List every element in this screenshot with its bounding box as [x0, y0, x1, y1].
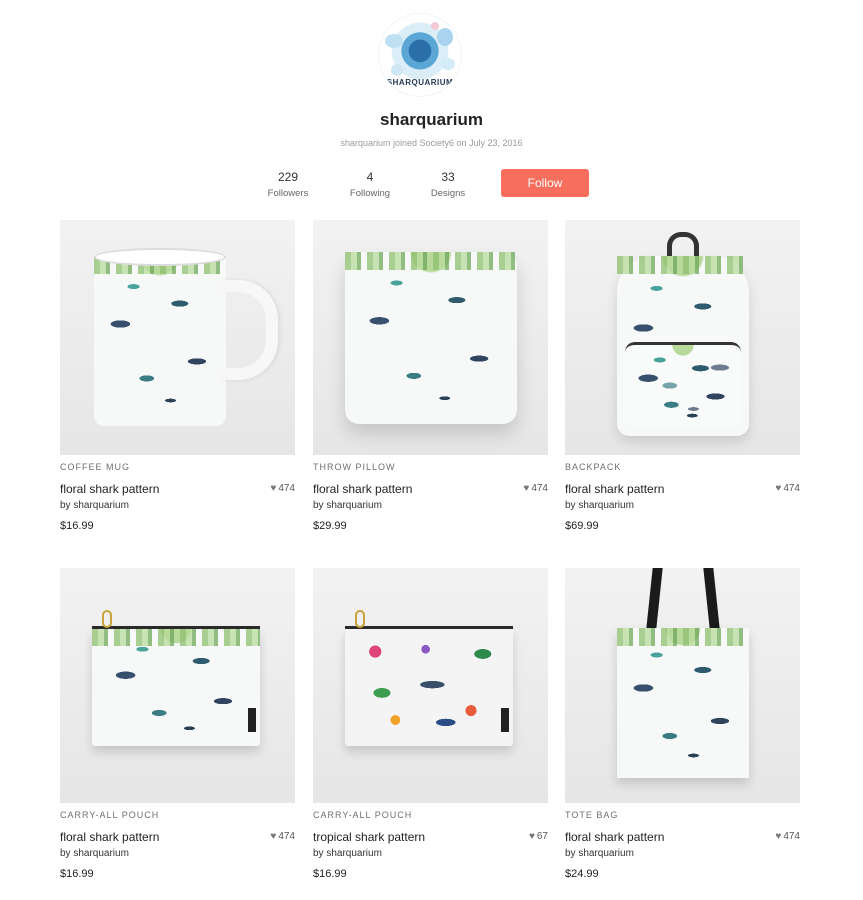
profile-username: sharquarium — [380, 110, 483, 129]
like-button[interactable]: ♥ 474 — [775, 483, 800, 494]
like-button[interactable]: ♥ 474 — [775, 831, 800, 842]
heart-icon: ♥ — [775, 483, 782, 494]
followers-count: 229 — [277, 170, 299, 184]
product-artist-link[interactable]: by sharquarium — [60, 500, 129, 511]
heart-icon: ♥ — [270, 483, 277, 494]
product-image-throw-pillow[interactable] — [313, 220, 548, 455]
product-card[interactable]: CARRY-ALL POUCH tropical shark pattern ♥… — [313, 568, 548, 880]
designs-stat[interactable]: 33 Designs — [413, 170, 483, 199]
joined-date-text: sharquarium joined Society6 on July 23, … — [340, 138, 523, 148]
product-artist-link[interactable]: by sharquarium — [565, 848, 634, 859]
product-price: $16.99 — [60, 868, 94, 880]
product-price: $29.99 — [313, 520, 347, 532]
follow-button[interactable]: Follow — [501, 169, 589, 197]
product-type: TOTE BAG — [565, 810, 619, 820]
product-image-backpack[interactable] — [565, 220, 800, 455]
product-image-carry-all-pouch-tropical[interactable] — [313, 568, 548, 803]
product-name-link[interactable]: tropical shark pattern — [313, 830, 425, 844]
heart-icon: ♥ — [523, 483, 530, 494]
product-artist-link[interactable]: by sharquarium — [313, 500, 382, 511]
following-stat[interactable]: 4 Following — [335, 170, 405, 199]
heart-icon: ♥ — [528, 831, 535, 842]
like-count: 474 — [278, 831, 295, 842]
product-price: $69.99 — [565, 520, 599, 532]
like-count: 474 — [783, 483, 800, 494]
product-artist-link[interactable]: by sharquarium — [313, 848, 382, 859]
followers-stat[interactable]: 229 Followers — [253, 170, 323, 199]
heart-icon: ♥ — [270, 831, 277, 842]
profile-header: SHARQUARIUM sharquarium sharquarium join… — [0, 0, 863, 215]
avatar[interactable]: SHARQUARIUM — [378, 13, 462, 97]
product-card[interactable]: THROW PILLOW floral shark pattern ♥ 474 b… — [313, 220, 548, 532]
like-button[interactable]: ♥ 474 — [270, 483, 295, 494]
followers-label: Followers — [267, 188, 309, 199]
product-type: CARRY-ALL POUCH — [313, 810, 413, 820]
product-type: THROW PILLOW — [313, 462, 396, 472]
product-price: $24.99 — [565, 868, 599, 880]
like-button[interactable]: ♥ 474 — [270, 831, 295, 842]
like-button[interactable]: ♥ 67 — [529, 831, 548, 842]
following-count: 4 — [366, 170, 374, 184]
product-artist-link[interactable]: by sharquarium — [60, 848, 129, 859]
product-artist-link[interactable]: by sharquarium — [565, 500, 634, 511]
heart-icon: ♥ — [775, 831, 782, 842]
designs-count: 33 — [441, 170, 455, 184]
product-name-link[interactable]: floral shark pattern — [565, 482, 664, 496]
product-image-tote-bag[interactable] — [565, 568, 800, 803]
product-card[interactable]: BACKPACK floral shark pattern ♥ 474 by sh… — [565, 220, 800, 532]
product-price: $16.99 — [60, 520, 94, 532]
product-type: COFFEE MUG — [60, 462, 130, 472]
product-card[interactable]: TOTE BAG floral shark pattern ♥ 474 by sh… — [565, 568, 800, 880]
product-card[interactable]: CARRY-ALL POUCH floral shark pattern ♥ 47… — [60, 568, 295, 880]
avatar-logo-text: SHARQUARIUM — [386, 78, 454, 87]
product-name-link[interactable]: floral shark pattern — [313, 482, 412, 496]
following-label: Following — [349, 188, 391, 199]
product-image-carry-all-pouch[interactable] — [60, 568, 295, 803]
product-type: CARRY-ALL POUCH — [60, 810, 160, 820]
like-count: 474 — [783, 831, 800, 842]
like-button[interactable]: ♥ 474 — [523, 483, 548, 494]
product-type: BACKPACK — [565, 462, 622, 472]
product-price: $16.99 — [313, 868, 347, 880]
designs-label: Designs — [430, 188, 466, 199]
product-name-link[interactable]: floral shark pattern — [60, 830, 159, 844]
product-image-coffee-mug[interactable] — [60, 220, 295, 455]
like-count: 67 — [536, 831, 548, 842]
like-count: 474 — [278, 483, 295, 494]
product-name-link[interactable]: floral shark pattern — [60, 482, 159, 496]
product-name-link[interactable]: floral shark pattern — [565, 830, 664, 844]
product-card[interactable]: COFFEE MUG floral shark pattern ♥ 474 by … — [60, 220, 295, 532]
like-count: 474 — [531, 483, 548, 494]
